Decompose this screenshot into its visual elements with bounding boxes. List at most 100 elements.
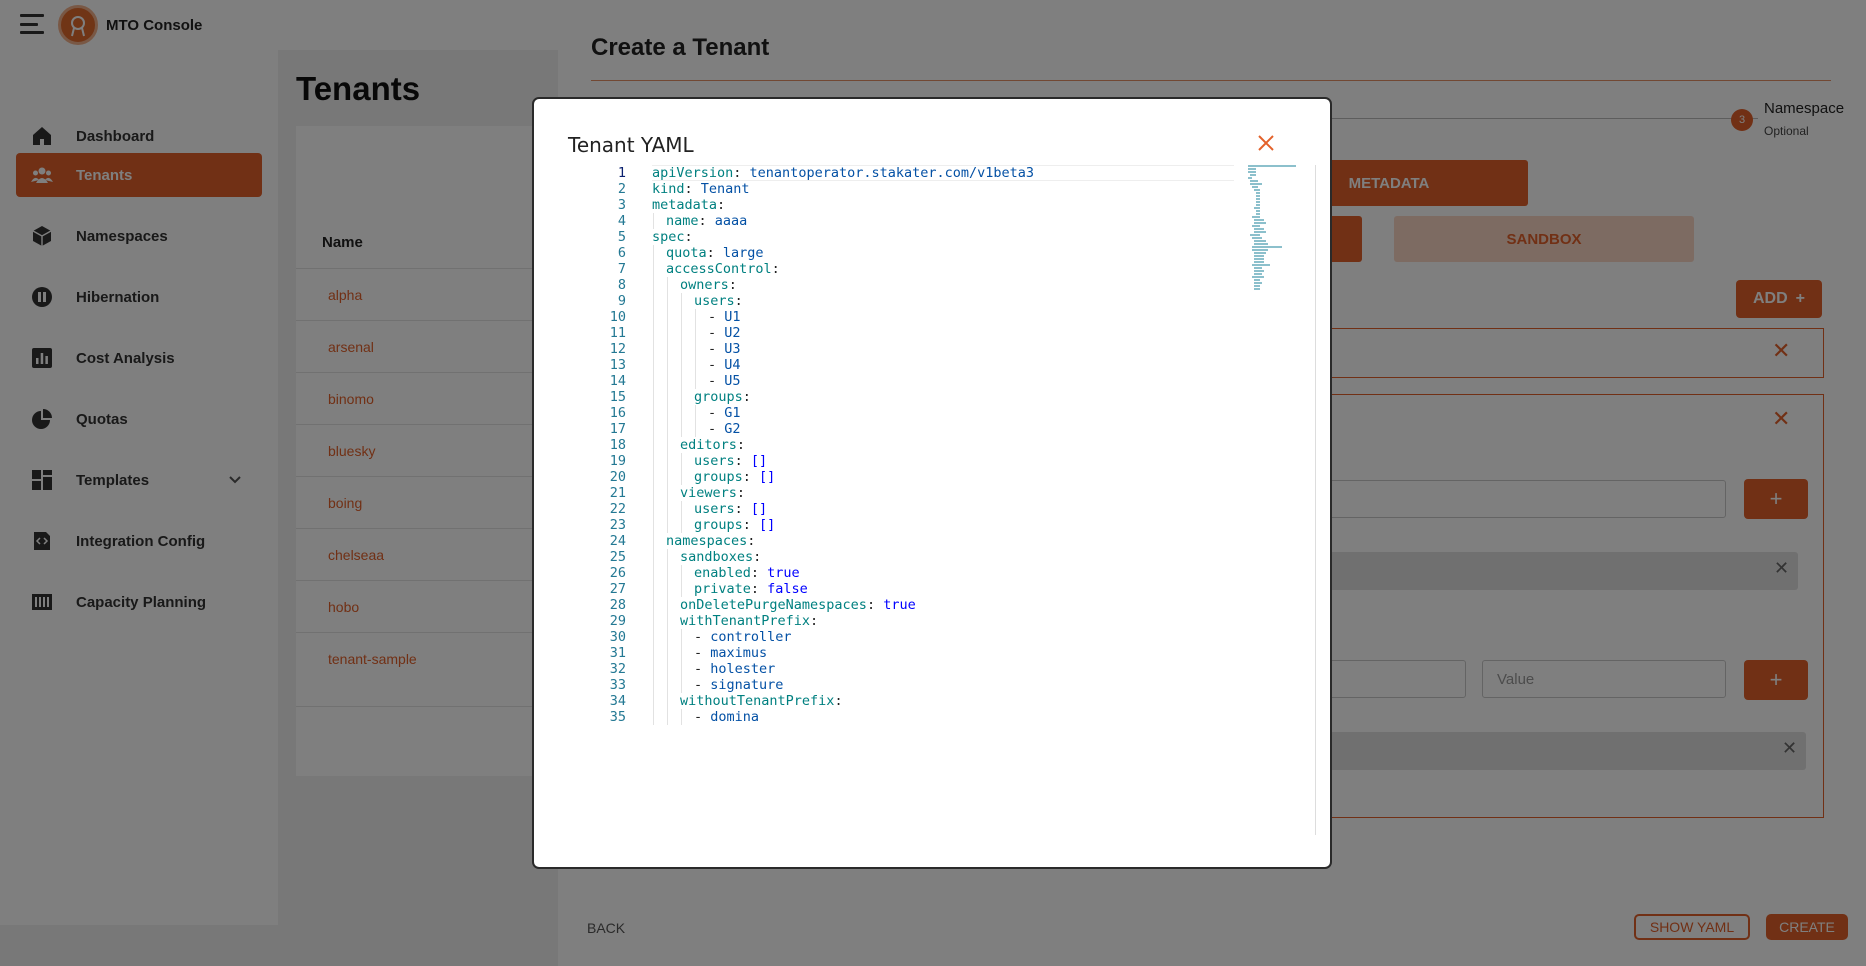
code-line[interactable]: - signature — [694, 677, 783, 693]
code-line[interactable]: editors: — [680, 437, 745, 453]
code-line[interactable]: groups: [] — [694, 469, 775, 485]
code-line[interactable]: - U2 — [708, 325, 741, 341]
code-token: : — [736, 437, 746, 453]
code-line[interactable]: owners: — [680, 277, 737, 293]
code-token: Tenant — [700, 181, 750, 197]
code-line[interactable]: - maximus — [694, 645, 767, 661]
code-token: : — [742, 517, 760, 533]
line-number: 2 — [617, 181, 626, 197]
code-line[interactable]: withTenantPrefix: — [680, 613, 818, 629]
code-token: - — [708, 373, 725, 389]
code-token: G1 — [724, 405, 741, 421]
code-line[interactable]: private: false — [694, 581, 808, 597]
code-token: - — [708, 357, 725, 373]
code-line[interactable]: users: — [694, 293, 743, 309]
close-icon[interactable] — [1256, 133, 1280, 157]
indent-guide — [681, 373, 682, 389]
code-token: : — [706, 245, 723, 261]
indent-guide — [667, 277, 668, 293]
indent-guide — [667, 661, 668, 677]
indent-guide — [667, 549, 668, 565]
code-line[interactable]: - domina — [694, 709, 759, 725]
indent-guide — [681, 357, 682, 373]
indent-guide — [653, 341, 654, 357]
code-line[interactable]: enabled: true — [694, 565, 800, 581]
code-line[interactable]: metadata: — [652, 197, 725, 213]
code-line[interactable]: - U3 — [708, 341, 741, 357]
line-number: 5 — [617, 229, 626, 245]
code-token: : — [834, 693, 843, 709]
indent-guide — [681, 629, 682, 645]
code-line[interactable]: accessControl: — [666, 261, 780, 277]
indent-guide — [667, 501, 668, 517]
code-line[interactable]: - controller — [694, 629, 792, 645]
code-token: withoutTenantPrefix — [680, 693, 835, 709]
code-line[interactable]: sandboxes: — [680, 549, 761, 565]
indent-guide — [653, 389, 654, 405]
indent-guide — [667, 325, 668, 341]
line-number: 16 — [609, 405, 626, 421]
code-line[interactable]: groups: — [694, 389, 751, 405]
indent-guide — [695, 341, 696, 357]
line-number: 18 — [609, 437, 626, 453]
line-number: 22 — [609, 501, 626, 517]
indent-guide — [667, 357, 668, 373]
code-line[interactable]: quota: large — [666, 245, 764, 261]
code-line[interactable]: groups: [] — [694, 517, 775, 533]
code-line[interactable]: onDeletePurgeNamespaces: true — [680, 597, 916, 613]
code-token: U2 — [724, 325, 741, 341]
indent-guide — [653, 325, 654, 341]
indent-guide — [681, 709, 682, 725]
code-token: viewers — [680, 485, 737, 501]
indent-guide — [681, 517, 682, 533]
indent-guide — [667, 309, 668, 325]
code-line[interactable]: - G2 — [708, 421, 741, 437]
indent-guide — [667, 373, 668, 389]
code-line[interactable]: - G1 — [708, 405, 741, 421]
code-line[interactable]: viewers: — [680, 485, 745, 501]
line-number: 4 — [617, 213, 626, 229]
code-token: : — [742, 389, 751, 405]
indent-guide — [695, 373, 696, 389]
code-token: [] — [759, 517, 776, 533]
indent-guide — [667, 405, 668, 421]
indent-guide — [653, 581, 654, 597]
code-token: groups — [694, 517, 743, 533]
vertical-scrollbar[interactable] — [1315, 165, 1316, 835]
code-token: users — [694, 453, 735, 469]
code-line[interactable]: - U5 — [708, 373, 741, 389]
code-line[interactable]: spec: — [652, 229, 693, 245]
code-token: - — [708, 421, 725, 437]
code-line[interactable]: apiVersion: tenantoperator.stakater.com/… — [652, 165, 1034, 181]
line-number: 8 — [617, 277, 626, 293]
code-line[interactable]: users: [] — [694, 501, 767, 517]
indent-guide — [667, 597, 668, 613]
code-line[interactable]: - U1 — [708, 309, 741, 325]
code-line[interactable]: namespaces: — [666, 533, 755, 549]
code-token: : — [684, 181, 701, 197]
code-line[interactable]: - U4 — [708, 357, 741, 373]
code-line[interactable]: withoutTenantPrefix: — [680, 693, 843, 709]
code-token: : — [750, 565, 768, 581]
yaml-editor[interactable]: 1 2 3 4 5 6 7 8 9 10 11 12 13 14 15 16 17 18 19 20 21 22 23 24 2… — [570, 165, 1320, 835]
indent-guide — [667, 293, 668, 309]
code-token: signature — [710, 677, 784, 693]
indent-guide — [667, 453, 668, 469]
code-token: - — [708, 405, 725, 421]
code-token: : — [698, 213, 715, 229]
indent-guide — [653, 421, 654, 437]
indent-guide — [653, 549, 654, 565]
code-token: withTenantPrefix — [680, 613, 811, 629]
code-line[interactable]: - holester — [694, 661, 775, 677]
code-line[interactable]: name: aaaa — [666, 213, 747, 229]
code-line[interactable]: users: [] — [694, 453, 767, 469]
indent-guide — [653, 245, 654, 261]
line-number: 6 — [617, 245, 626, 261]
code-token: U1 — [724, 309, 741, 325]
minimap[interactable] — [1246, 165, 1302, 295]
code-line[interactable]: kind: Tenant — [652, 181, 750, 197]
indent-guide — [667, 485, 668, 501]
indent-guide — [653, 629, 654, 645]
code-token: owners — [680, 277, 729, 293]
code-token: U4 — [724, 357, 741, 373]
